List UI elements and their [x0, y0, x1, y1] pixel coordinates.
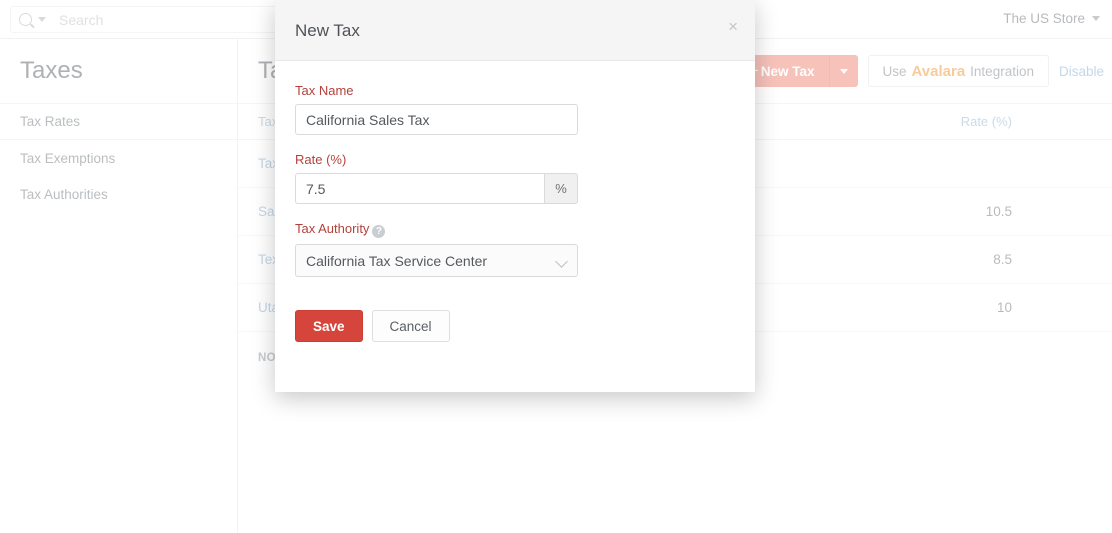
modal-title: New Tax: [295, 21, 360, 41]
tax-authority-label: Tax Authority?: [295, 221, 735, 238]
field-rate: Rate (%) %: [295, 152, 735, 204]
cancel-button[interactable]: Cancel: [372, 310, 450, 342]
tax-authority-select-wrap: California Tax Service Center: [295, 244, 578, 277]
field-tax-authority: Tax Authority? California Tax Service Ce…: [295, 221, 735, 277]
save-button[interactable]: Save: [295, 310, 363, 342]
tax-authority-select[interactable]: California Tax Service Center: [295, 244, 578, 277]
percent-addon: %: [544, 173, 578, 204]
rate-input-group: %: [295, 173, 578, 204]
app-root: The US Store Taxes Tax Rates Tax Exempti…: [0, 0, 1112, 533]
tax-name-label: Tax Name: [295, 83, 735, 98]
modal-body: Tax Name Rate (%) % Tax Authority? Calif…: [275, 61, 755, 277]
tax-authority-selected-value: California Tax Service Center: [306, 253, 487, 269]
new-tax-modal: New Tax × Tax Name Rate (%) % Tax Author…: [275, 0, 755, 392]
field-tax-name: Tax Name: [295, 83, 735, 135]
tax-authority-label-text: Tax Authority: [295, 221, 369, 236]
rate-label: Rate (%): [295, 152, 735, 167]
rate-input[interactable]: [295, 173, 544, 204]
help-icon[interactable]: ?: [372, 225, 385, 238]
close-icon[interactable]: ×: [728, 18, 738, 35]
tax-name-input[interactable]: [295, 104, 578, 135]
modal-header: New Tax ×: [275, 0, 755, 61]
modal-footer: Save Cancel: [275, 294, 755, 342]
